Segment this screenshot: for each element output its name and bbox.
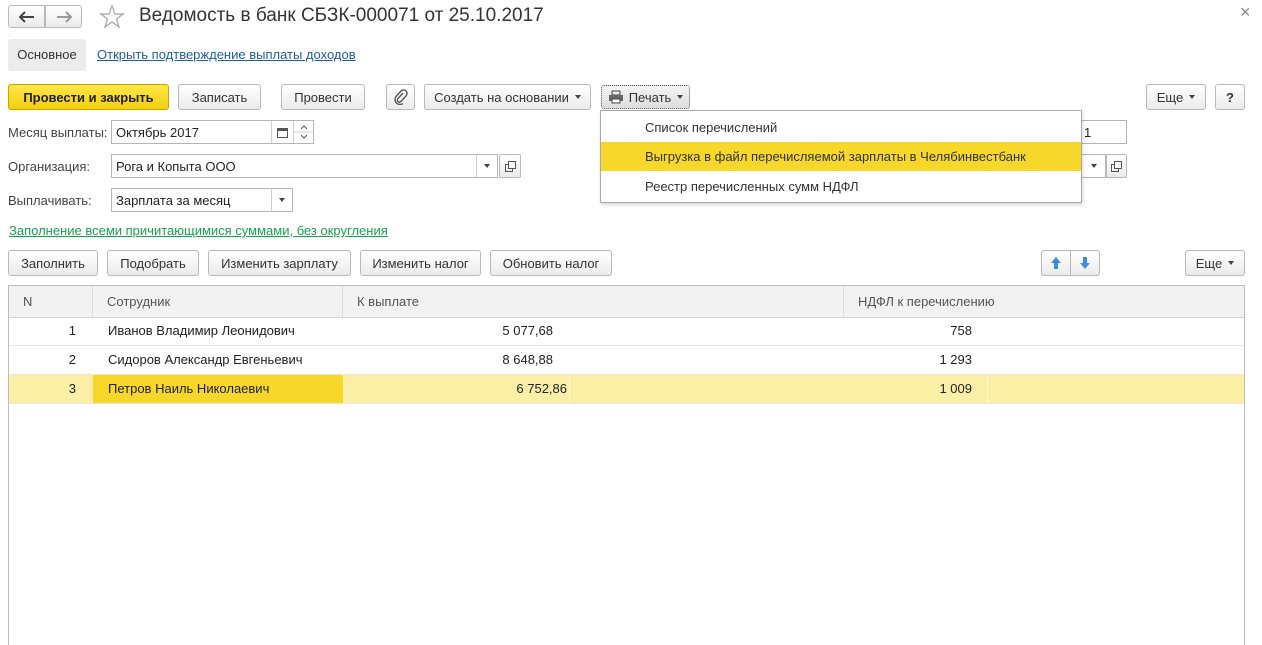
favorite-star-icon[interactable] (98, 4, 126, 30)
print-menu-item-ndfl-register[interactable]: Реестр перечисленных сумм НДФЛ (601, 172, 1081, 201)
cell-employee-active[interactable]: Петров Наиль Николаевич (93, 375, 343, 403)
org-open-button[interactable] (499, 154, 521, 178)
arrow-up-icon (1051, 257, 1061, 269)
cell-n: 1 (68, 323, 76, 338)
forward-button[interactable] (45, 5, 82, 28)
print-menu-item-export-chelyabinvestbank[interactable]: Выгрузка в файл перечисляемой зарплаты в… (601, 142, 1081, 171)
move-down-button[interactable] (1070, 250, 1100, 276)
table-more-button[interactable]: Еще (1185, 250, 1245, 276)
cell-employee: Иванов Владимир Леонидович (108, 323, 295, 338)
org-label: Организация: (8, 159, 91, 174)
right-field-value: 1 (1084, 125, 1092, 140)
more-label: Еще (1156, 89, 1184, 105)
print-menu-item-transfers-list[interactable]: Список перечислений (601, 113, 1081, 142)
cell-n: 3 (68, 381, 76, 396)
month-label: Месяц выплаты: (8, 125, 108, 140)
cell-amount: 5 077,68 (502, 323, 553, 338)
table-row[interactable]: 1 Иванов Владимир Леонидович 5 077,68 75… (9, 317, 1244, 346)
arrow-right-icon (56, 10, 72, 23)
cell-tax: 1 293 (939, 352, 972, 367)
header-n[interactable]: N (9, 286, 93, 317)
cell-amount: 8 648,88 (502, 352, 553, 367)
create-based-label: Создать на основании (434, 89, 569, 105)
org-field[interactable]: Рога и Копыта ООО (111, 154, 498, 178)
row-separator (569, 375, 570, 403)
cell-n: 2 (68, 352, 76, 367)
pay-field[interactable]: Зарплата за месяц (111, 188, 293, 212)
org-dropdown-button[interactable] (476, 155, 497, 177)
create-based-button[interactable]: Создать на основании (424, 84, 591, 110)
save-button[interactable]: Записать (178, 84, 261, 110)
pay-value: Зарплата за месяц (116, 193, 231, 208)
back-button[interactable] (8, 5, 45, 28)
post-button[interactable]: Провести (281, 84, 365, 110)
right-field-fragment[interactable]: 1 (1082, 120, 1127, 144)
pay-label: Выплачивать: (8, 193, 92, 208)
calendar-icon[interactable] (271, 121, 293, 143)
post-and-close-button[interactable]: Провести и закрыть (8, 84, 169, 110)
table-row-selected[interactable]: 3 Петров Наиль Николаевич 6 752,86 1 009 (9, 375, 1244, 404)
header-employee[interactable]: Сотрудник (93, 286, 343, 317)
fill-mode-link[interactable]: Заполнение всеми причитающимися суммами,… (9, 223, 388, 238)
help-button[interactable]: ? (1215, 84, 1245, 110)
cell-tax: 1 009 (939, 381, 972, 396)
table-more-label: Еще (1195, 255, 1223, 271)
header-tax[interactable]: НДФЛ к перечислению (844, 286, 1244, 317)
close-icon[interactable]: × (1240, 2, 1251, 23)
open-confirmation-link[interactable]: Открыть подтверждение выплаты доходов (97, 47, 356, 62)
pick-button[interactable]: Подобрать (107, 250, 199, 276)
change-salary-button[interactable]: Изменить зарплату (208, 250, 351, 276)
fill-button[interactable]: Заполнить (8, 250, 98, 276)
update-tax-button[interactable]: Обновить налог (490, 250, 612, 276)
pay-dropdown-button[interactable] (271, 189, 292, 211)
month-stepper[interactable] (293, 121, 314, 143)
cell-amount: 6 752,86 (516, 381, 567, 396)
change-tax-button[interactable]: Изменить налог (360, 250, 481, 276)
table-row[interactable]: 2 Сидоров Александр Евгеньевич 8 648,88 … (9, 346, 1244, 375)
header-amount[interactable]: К выплате (343, 286, 844, 317)
arrow-left-icon (18, 10, 34, 23)
chevron-down-icon (1090, 164, 1097, 168)
chevron-down-icon (574, 95, 581, 99)
table-header: N Сотрудник К выплате НДФЛ к перечислени… (9, 286, 1244, 318)
month-value: Октябрь 2017 (116, 125, 199, 140)
right-select-fragment[interactable] (1082, 154, 1106, 178)
print-label: Печать (628, 89, 672, 105)
org-value: Рога и Копыта ООО (116, 159, 236, 174)
chevron-down-icon (1189, 95, 1196, 99)
paperclip-icon (393, 89, 408, 105)
chevron-down-icon (1228, 261, 1235, 265)
attach-button[interactable] (386, 84, 415, 110)
print-button[interactable]: Печать (601, 85, 690, 109)
tab-main[interactable]: Основное (8, 39, 86, 71)
open-icon (1111, 160, 1122, 172)
cell-tax: 758 (950, 323, 972, 338)
chevron-down-icon (279, 198, 285, 202)
print-menu: Список перечислений Выгрузка в файл пере… (600, 110, 1082, 203)
employees-table[interactable]: N Сотрудник К выплате НДФЛ к перечислени… (8, 285, 1245, 645)
month-field[interactable]: Октябрь 2017 (111, 120, 314, 144)
printer-icon (608, 90, 623, 104)
arrow-down-icon (1080, 257, 1090, 269)
page-title: Ведомость в банк СБЗК-000071 от 25.10.20… (139, 5, 544, 26)
cell-employee: Сидоров Александр Евгеньевич (108, 352, 303, 367)
right-open-button[interactable] (1106, 154, 1127, 178)
chevron-down-icon (677, 95, 684, 99)
more-button[interactable]: Еще (1146, 84, 1206, 110)
open-icon (504, 160, 516, 172)
chevron-down-icon (484, 164, 490, 168)
move-up-button[interactable] (1041, 250, 1071, 276)
row-separator (987, 375, 988, 403)
